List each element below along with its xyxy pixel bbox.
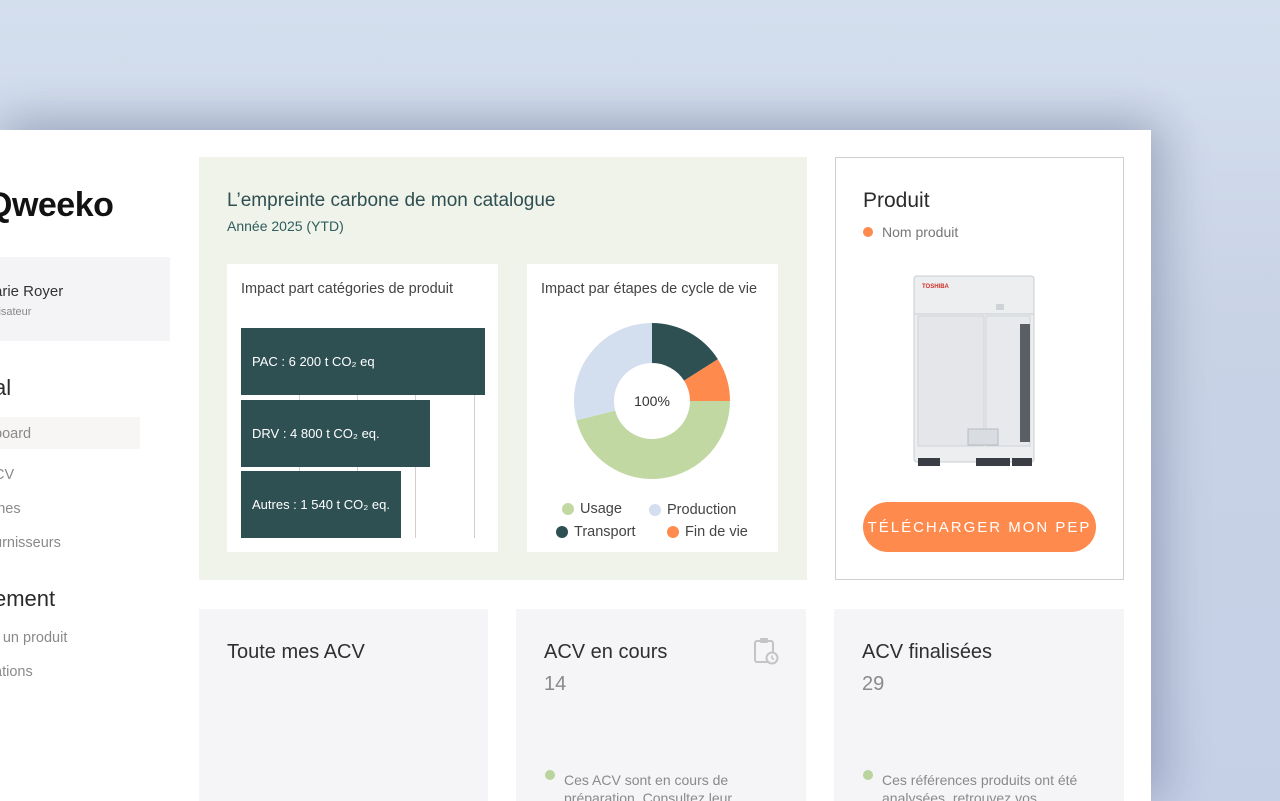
card-title: ACV en cours xyxy=(544,641,668,663)
card-title: Toute mes ACV xyxy=(227,641,365,663)
card-note: Ces ACV sont en cours de préparation. Co… xyxy=(564,772,733,801)
clipboard-clock-icon xyxy=(754,638,779,665)
sidebar-section-title: al xyxy=(0,375,12,400)
card-acv-in-progress[interactable]: ACV en cours 14 Ces ACV sont en cours de… xyxy=(516,609,806,801)
product-status-dot xyxy=(863,227,873,237)
carbon-title: L’empreinte carbone de mon catalogue xyxy=(227,190,556,211)
app-window: Qweeko arie Royer lisateur al board CV i… xyxy=(0,130,1151,801)
legend-production[interactable]: Production xyxy=(649,502,736,518)
card-count: 14 xyxy=(544,673,567,695)
card-title: ACV finalisées xyxy=(862,641,993,663)
app-logo[interactable]: Qweeko xyxy=(0,186,114,225)
legend-usage[interactable]: Usage xyxy=(562,501,622,517)
legend-dot-usage xyxy=(562,503,574,515)
user-name: arie Royer xyxy=(0,283,64,300)
sidebar-item-acv[interactable]: CV xyxy=(0,467,14,483)
legend-dot-production xyxy=(649,504,661,516)
product-panel: Produit Nom produit TOSHIBA TÉLÉCHARGER … xyxy=(835,157,1124,580)
carbon-footprint-panel: L’empreinte carbone de mon catalogue Ann… xyxy=(199,157,807,580)
product-title: Produit xyxy=(863,189,930,212)
category-impact-card: Impact part catégories de produit PAC : … xyxy=(227,264,498,552)
sidebar-item-lines[interactable]: ines xyxy=(0,501,21,517)
legend-fin-de-vie[interactable]: Fin de vie xyxy=(667,524,748,540)
sidebar: Qweeko arie Royer lisateur al board CV i… xyxy=(0,130,180,801)
card-count: 29 xyxy=(862,673,885,695)
product-image[interactable]: TOSHIBA xyxy=(912,274,1036,472)
legend-transport[interactable]: Transport xyxy=(556,524,636,540)
sidebar-section-title-2: ement xyxy=(0,586,56,611)
legend-label-usage: Usage xyxy=(580,501,622,517)
product-name: Nom produit xyxy=(863,224,958,240)
sidebar-item-dashboard[interactable]: board xyxy=(0,426,31,442)
lifecycle-impact-card: Impact par étapes de cycle de vie 100% U… xyxy=(527,264,778,552)
sidebar-item-operations[interactable]: ations xyxy=(0,664,33,680)
bar-drv[interactable]: DRV : 4 800 t CO₂ eq. xyxy=(241,400,430,467)
legend-label-production: Production xyxy=(667,502,737,518)
bar-chart: PAC : 6 200 t CO₂ eq DRV : 4 800 t CO₂ e… xyxy=(227,264,498,552)
bar-pac[interactable]: PAC : 6 200 t CO₂ eq xyxy=(241,328,485,395)
sidebar-item-add-product[interactable]: r un produit xyxy=(0,630,67,646)
donut-center-label: 100% xyxy=(634,393,670,409)
legend-dot-transport xyxy=(556,526,568,538)
legend-label-transport: Transport xyxy=(574,524,636,540)
legend-dot-fin-de-vie xyxy=(667,526,679,538)
status-dot xyxy=(863,770,873,780)
product-name-label: Nom produit xyxy=(882,224,959,240)
card-note: Ces références produits ont été analysée… xyxy=(882,772,1078,801)
product-brand-text: TOSHIBA xyxy=(922,284,950,290)
carbon-subtitle: Année 2025 (YTD) xyxy=(227,218,344,234)
status-dot xyxy=(545,770,555,780)
bar-autres[interactable]: Autres : 1 540 t CO₂ eq. xyxy=(241,471,401,538)
card-acv-finalized[interactable]: ACV finalisées 29 Ces références produit… xyxy=(834,609,1124,801)
sidebar-item-suppliers[interactable]: urnisseurs xyxy=(0,535,61,551)
download-pep-button[interactable]: TÉLÉCHARGER MON PEP xyxy=(863,502,1096,552)
card-all-acv[interactable]: Toute mes ACV xyxy=(199,609,488,801)
user-role: lisateur xyxy=(0,306,32,318)
legend-label-fin-de-vie: Fin de vie xyxy=(685,524,748,540)
